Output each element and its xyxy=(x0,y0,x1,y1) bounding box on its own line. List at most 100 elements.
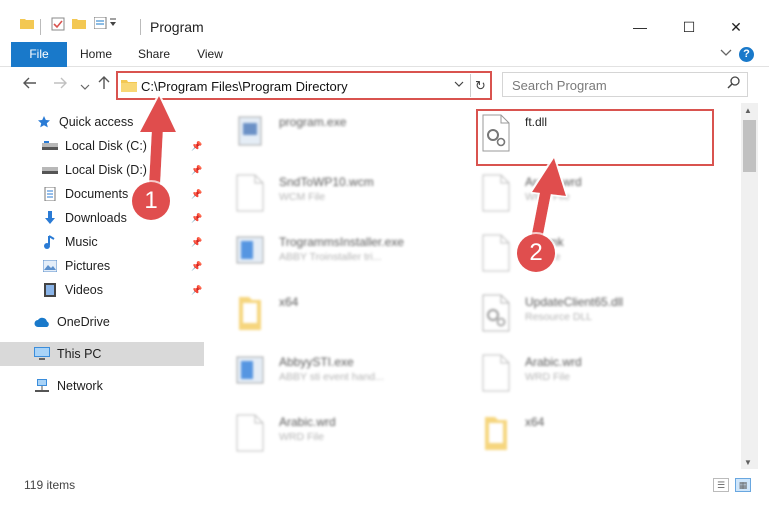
window-title: Program xyxy=(150,19,204,35)
list-item[interactable]: UpdateClient65.dll Resource DLL xyxy=(451,287,711,347)
sidebar-item-local-disk-c[interactable]: Local Disk (C:) 📌 xyxy=(0,134,204,158)
back-arrow-icon[interactable] xyxy=(23,76,37,93)
sidebar-item-this-pc[interactable]: This PC xyxy=(0,342,204,366)
refresh-button[interactable]: ↻ xyxy=(470,74,490,97)
scroll-down-icon[interactable]: ▼ xyxy=(744,458,752,467)
pin-icon[interactable]: 📌 xyxy=(191,285,202,296)
list-item[interactable]: program.exe xyxy=(205,107,465,167)
pin-icon[interactable]: 📌 xyxy=(191,237,202,248)
sidebar-item-label: Downloads xyxy=(65,211,127,225)
computer-icon xyxy=(34,347,50,361)
folder-icon xyxy=(20,17,34,29)
list-item[interactable]: x64 xyxy=(205,287,465,347)
exe-file-icon xyxy=(235,233,265,273)
document-file-icon xyxy=(235,413,265,453)
sidebar-item-pictures[interactable]: Pictures 📌 xyxy=(0,254,204,278)
file-type: WRD File xyxy=(525,191,570,203)
file-name: Arabic.wrd xyxy=(525,355,582,369)
new-folder-icon[interactable] xyxy=(72,17,86,29)
exe-file-icon xyxy=(235,353,265,393)
tiles-view-icon[interactable]: ▦ xyxy=(735,478,751,492)
folder-icon xyxy=(481,413,511,453)
maximize-button[interactable]: ☐ xyxy=(666,12,712,42)
sidebar-item-label: This PC xyxy=(57,347,102,361)
pin-icon[interactable]: 📌 xyxy=(191,213,202,224)
file-name: SndToWP10.wcm xyxy=(279,175,374,189)
close-button[interactable]: ✕ xyxy=(713,12,759,42)
sidebar-item-music[interactable]: Music 📌 xyxy=(0,230,204,254)
properties-icon[interactable] xyxy=(51,17,65,31)
list-item[interactable]: SndToWP10.wcm WCM File xyxy=(205,167,465,227)
file-name: x64 xyxy=(525,415,545,429)
scroll-thumb[interactable] xyxy=(743,120,756,172)
pin-icon[interactable]: 📌 xyxy=(191,165,202,176)
list-item[interactable]: x64 xyxy=(451,407,711,467)
sidebar-item-label: Local Disk (C:) xyxy=(65,139,147,153)
file-name: UpdateClient65.dll xyxy=(525,295,624,309)
step-badge-2: 2 xyxy=(517,234,555,272)
sidebar-item-documents[interactable]: Documents 📌 xyxy=(0,182,204,206)
pin-icon[interactable]: 📌 xyxy=(191,189,202,200)
pictures-icon xyxy=(42,259,58,273)
list-item[interactable]: TrogrammsInstaller.exe ABBY Troinstaller… xyxy=(205,227,465,287)
tab-view[interactable]: View xyxy=(192,42,228,67)
list-item[interactable]: Arabic.wrd WRD File xyxy=(451,347,711,407)
minimize-button[interactable]: — xyxy=(617,12,663,42)
documents-icon xyxy=(42,187,58,201)
details-view-icon[interactable]: ☰ xyxy=(713,478,729,492)
up-arrow-icon[interactable] xyxy=(98,76,110,94)
search-icon[interactable] xyxy=(727,76,740,92)
file-name: program.exe xyxy=(279,115,347,129)
file-name: Arabic.wrd xyxy=(279,415,336,429)
sidebar-item-network[interactable]: Network xyxy=(0,374,204,398)
vertical-scrollbar[interactable]: ▲ ▼ xyxy=(741,103,758,469)
step-badge-1: 1 xyxy=(132,182,170,220)
sidebar-item-label: Network xyxy=(57,379,103,393)
recent-locations-icon[interactable] xyxy=(80,78,90,95)
forward-arrow-icon[interactable] xyxy=(53,76,67,93)
address-path[interactable]: C:\Program Files\Program Directory xyxy=(141,79,348,94)
sidebar-item-videos[interactable]: Videos 📌 xyxy=(0,278,204,302)
help-icon[interactable]: ? xyxy=(739,47,754,62)
search-box[interactable]: Search Program xyxy=(502,72,748,97)
divider xyxy=(40,19,41,35)
dll-file-icon xyxy=(481,293,511,333)
sidebar-item-quick-access[interactable]: Quick access xyxy=(0,110,204,134)
list-item[interactable]: x64.mk MK File xyxy=(451,227,711,287)
drive-icon xyxy=(42,163,58,177)
file-type: ABBY Troinstaller tri... xyxy=(279,251,382,263)
list-item[interactable]: Arabic.wrd WRD File xyxy=(451,167,711,227)
search-input[interactable]: Search Program xyxy=(512,78,607,93)
sidebar-item-label: OneDrive xyxy=(57,315,110,329)
divider xyxy=(140,19,141,35)
list-item[interactable]: Arabic.wrd WRD File xyxy=(205,407,465,467)
drive-icon xyxy=(42,139,58,153)
tab-home[interactable]: Home xyxy=(76,42,116,67)
sidebar-item-downloads[interactable]: Downloads 📌 xyxy=(0,206,204,230)
sidebar-item-label: Videos xyxy=(65,283,103,297)
sidebar-item-onedrive[interactable]: OneDrive xyxy=(0,310,204,334)
file-name: Arabic.wrd xyxy=(525,175,582,189)
list-item[interactable]: AbbyySTI.exe ABBY sti event hand... xyxy=(205,347,465,407)
file-name: AbbyySTI.exe xyxy=(279,355,354,369)
document-file-icon xyxy=(481,173,511,213)
customize-toolbar-icon[interactable] xyxy=(94,17,120,29)
chevron-down-icon[interactable] xyxy=(454,77,464,91)
tab-share[interactable]: Share xyxy=(133,42,175,67)
tab-file[interactable]: File xyxy=(11,42,67,67)
scroll-up-icon[interactable]: ▲ xyxy=(744,106,752,115)
network-icon xyxy=(34,379,50,393)
expand-ribbon-icon[interactable] xyxy=(720,46,732,61)
music-icon xyxy=(42,235,58,249)
pin-icon[interactable]: 📌 xyxy=(191,141,202,152)
pin-icon[interactable]: 📌 xyxy=(191,261,202,272)
file-type: Resource DLL xyxy=(525,311,593,323)
sidebar-item-local-disk-d[interactable]: Local Disk (D:) 📌 xyxy=(0,158,204,182)
download-icon xyxy=(42,211,58,225)
exe-file-icon xyxy=(235,113,265,153)
highlight-box-ft-dll xyxy=(476,109,714,166)
videos-icon xyxy=(42,283,58,297)
address-bar[interactable]: C:\Program Files\Program Directory ↻ xyxy=(116,71,492,100)
file-type: ABBY sti event hand... xyxy=(279,371,384,383)
sidebar-item-label: Local Disk (D:) xyxy=(65,163,147,177)
